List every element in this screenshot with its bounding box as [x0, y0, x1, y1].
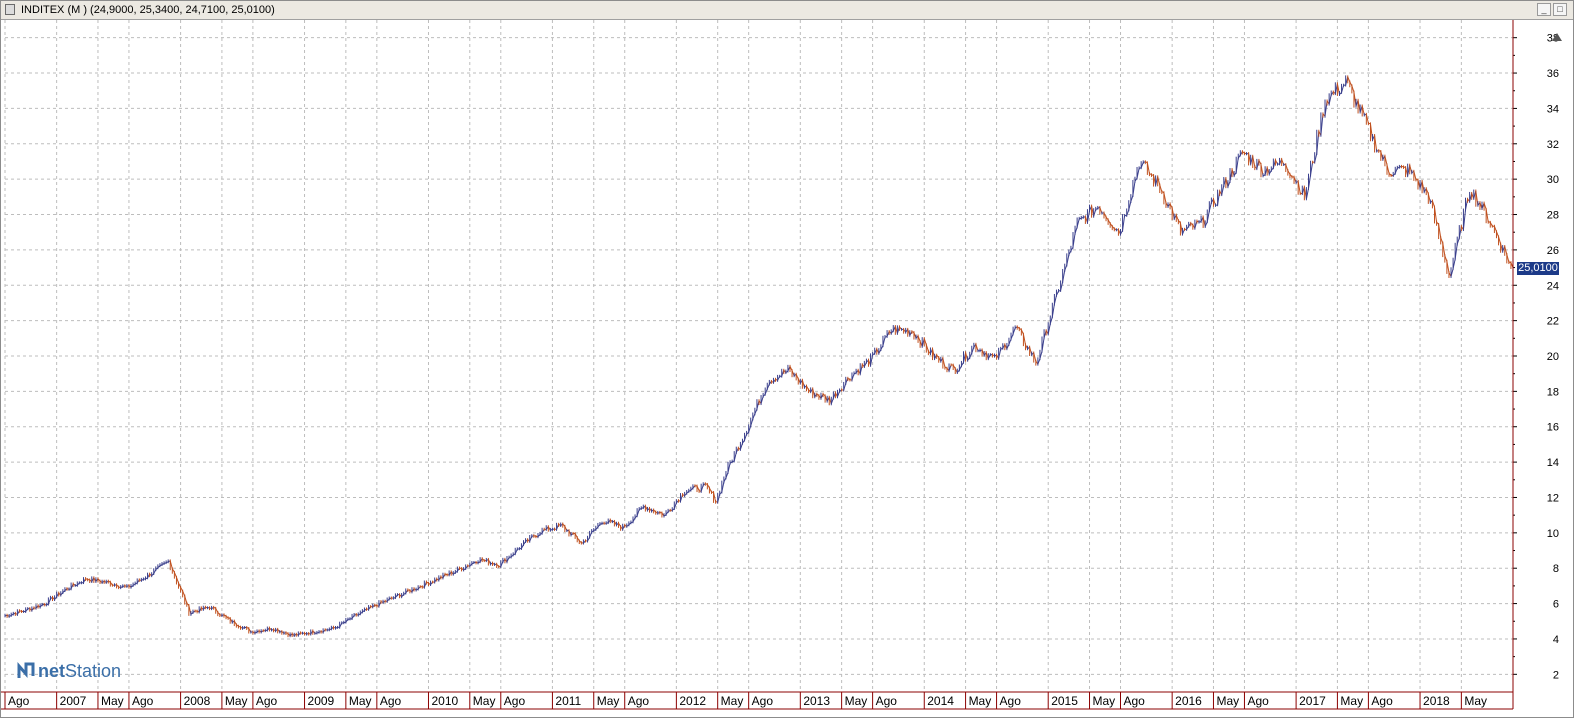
x-axis: Ago 2007 May Ago 2008 May Ago 2009 May Ago 2010 May… — [1, 691, 1513, 710]
y-tick-label: 24 — [1547, 280, 1559, 292]
y-tick-label: 4 — [1553, 634, 1559, 646]
x-tick-label: May — [473, 694, 496, 708]
x-tick-label: Ago — [8, 694, 30, 708]
title-bar[interactable]: INDITEX (M ) (24,9000, 25,3400, 24,7100,… — [1, 1, 1573, 20]
x-tick-label: May — [597, 694, 620, 708]
x-tick-label: May — [349, 694, 372, 708]
minimize-icon[interactable]: _ — [1537, 3, 1551, 16]
x-tick-label: Ago — [1247, 694, 1269, 708]
window-title: INDITEX (M ) (24,9000, 25,3400, 24,7100,… — [21, 4, 275, 16]
logo-net-text: net — [38, 660, 65, 681]
x-tick-label: Ago — [380, 694, 402, 708]
x-tick-label: May — [845, 694, 868, 708]
y-tick-label: 16 — [1547, 422, 1559, 434]
x-tick-label: May — [101, 694, 124, 708]
x-tick-label: May — [1340, 694, 1363, 708]
y-tick-label: 10 — [1547, 528, 1559, 540]
x-tick-label: May — [721, 694, 744, 708]
logo-station-text: Station — [65, 660, 122, 681]
x-tick-label: 2010 — [431, 694, 458, 708]
netstation-logo-icon — [17, 662, 35, 678]
last-price-tag: 25,0100 — [1517, 262, 1559, 275]
chart-window: INDITEX (M ) (24,9000, 25,3400, 24,7100,… — [0, 0, 1574, 718]
x-tick-label: 2017 — [1299, 694, 1326, 708]
x-tick-label: Ago — [1000, 694, 1022, 708]
y-tick-label: 36 — [1547, 68, 1559, 80]
x-tick-label: Ago — [132, 694, 154, 708]
y-tick-label: 12 — [1547, 492, 1559, 504]
y-tick-label: 18 — [1547, 386, 1559, 398]
y-tick-label: 2 — [1553, 669, 1559, 681]
y-tick-label: 6 — [1553, 599, 1559, 611]
x-tick-label: 2014 — [927, 694, 954, 708]
window-icon — [5, 4, 15, 15]
x-tick-label: Ago — [1124, 694, 1146, 708]
x-tick-label: Ago — [504, 694, 526, 708]
scroll-up-icon[interactable] — [1552, 33, 1562, 41]
y-tick-label: 8 — [1553, 563, 1559, 575]
maximize-icon[interactable]: □ — [1553, 3, 1567, 16]
x-tick-label: May — [1464, 694, 1487, 708]
y-tick-label: 26 — [1547, 245, 1559, 257]
x-tick-label: Ago — [876, 694, 898, 708]
price-chart[interactable]: 2468101214161820222426283032343638 Ago 20… — [1, 20, 1573, 716]
y-axis: 2468101214161820222426283032343638 — [1512, 20, 1559, 709]
x-tick-label: May — [1093, 694, 1116, 708]
y-tick-label: 20 — [1547, 351, 1559, 363]
y-tick-label: 34 — [1547, 103, 1559, 115]
x-tick-label: 2018 — [1423, 694, 1450, 708]
x-tick-label: Ago — [752, 694, 774, 708]
x-tick-label: 2007 — [60, 694, 87, 708]
x-tick-label: May — [1216, 694, 1239, 708]
x-tick-label: 2012 — [679, 694, 706, 708]
x-tick-label: May — [969, 694, 992, 708]
x-tick-label: 2011 — [555, 694, 581, 708]
y-tick-label: 30 — [1547, 174, 1559, 186]
grid-lines — [4, 20, 1513, 692]
y-tick-label: 32 — [1547, 139, 1559, 151]
y-tick-label: 22 — [1547, 316, 1559, 328]
x-tick-label: May — [225, 694, 248, 708]
price-series — [4, 75, 1514, 638]
x-tick-label: 2008 — [184, 694, 211, 708]
x-tick-label: Ago — [256, 694, 278, 708]
y-tick-label: 28 — [1547, 210, 1559, 222]
x-tick-label: 2009 — [308, 694, 335, 708]
x-tick-label: Ago — [628, 694, 650, 708]
x-tick-label: 2013 — [803, 694, 830, 708]
x-tick-label: Ago — [1371, 694, 1393, 708]
y-tick-label: 14 — [1547, 457, 1559, 469]
netstation-logo: net Station — [17, 659, 121, 683]
x-tick-label: 2016 — [1175, 694, 1202, 708]
x-tick-label: 2015 — [1051, 694, 1078, 708]
